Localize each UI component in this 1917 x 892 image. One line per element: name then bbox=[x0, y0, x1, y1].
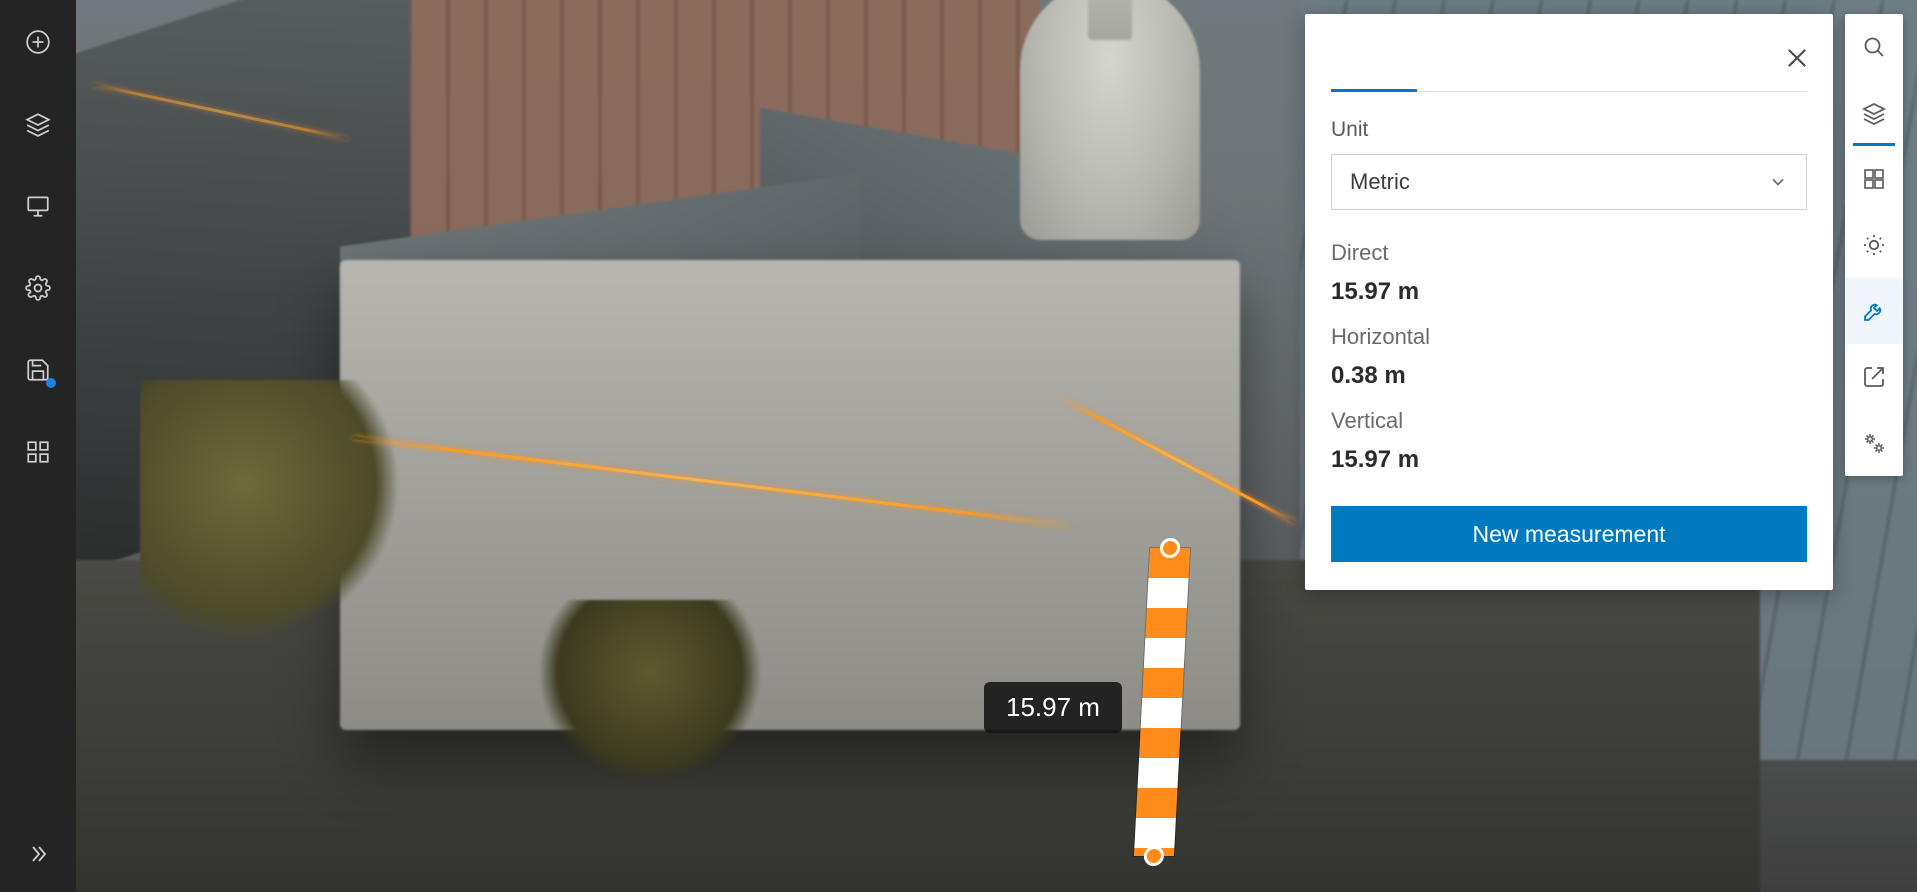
unsaved-dot-icon bbox=[46, 378, 56, 388]
settings-button[interactable] bbox=[18, 268, 58, 308]
share-button[interactable] bbox=[1845, 344, 1903, 410]
vertical-value: 15.97 m bbox=[1331, 446, 1807, 474]
horizontal-value: 0.38 m bbox=[1331, 362, 1807, 390]
unit-select[interactable]: Metric bbox=[1331, 154, 1807, 210]
sun-icon bbox=[1862, 233, 1886, 257]
vertical-label: Vertical bbox=[1331, 408, 1807, 434]
left-toolbar bbox=[0, 0, 76, 892]
close-panel-button[interactable] bbox=[1783, 44, 1811, 72]
layers-button[interactable] bbox=[18, 104, 58, 144]
grid-icon bbox=[25, 439, 51, 465]
expand-toolbar-button[interactable] bbox=[18, 834, 58, 874]
chevron-down-icon bbox=[1768, 172, 1788, 192]
basemap-icon bbox=[1862, 167, 1886, 191]
direct-value: 15.97 m bbox=[1331, 278, 1807, 306]
share-icon bbox=[1862, 365, 1886, 389]
chevrons-right-icon bbox=[26, 842, 50, 866]
wrench-icon bbox=[1862, 299, 1886, 323]
direct-label: Direct bbox=[1331, 240, 1807, 266]
presentation-icon bbox=[25, 193, 51, 219]
layer-list-button[interactable] bbox=[1845, 80, 1903, 146]
layers-icon bbox=[1862, 101, 1886, 125]
layers-icon bbox=[25, 111, 51, 137]
apps-button[interactable] bbox=[18, 432, 58, 472]
new-measurement-button[interactable]: New measurement bbox=[1331, 506, 1807, 562]
daylight-button[interactable] bbox=[1845, 212, 1903, 278]
present-button[interactable] bbox=[18, 186, 58, 226]
horizontal-label: Horizontal bbox=[1331, 324, 1807, 350]
gear-icon bbox=[25, 275, 51, 301]
close-icon bbox=[1783, 44, 1811, 72]
plus-circle-icon bbox=[25, 29, 51, 55]
gears-icon bbox=[1862, 431, 1886, 455]
add-button[interactable] bbox=[18, 22, 58, 62]
unit-label: Unit bbox=[1331, 118, 1807, 142]
measure-button[interactable] bbox=[1845, 278, 1903, 344]
measurement-panel: Unit Metric Direct 15.97 m Horizontal 0.… bbox=[1305, 14, 1833, 590]
panel-tab-indicator bbox=[1331, 89, 1417, 92]
search-icon bbox=[1862, 35, 1886, 59]
config-button[interactable] bbox=[1845, 410, 1903, 476]
save-button[interactable] bbox=[18, 350, 58, 390]
measurement-label: 15.97 m bbox=[984, 682, 1122, 733]
unit-select-value: Metric bbox=[1350, 169, 1410, 195]
right-toolbar bbox=[1845, 14, 1903, 476]
search-button[interactable] bbox=[1845, 14, 1903, 80]
basemap-button[interactable] bbox=[1845, 146, 1903, 212]
